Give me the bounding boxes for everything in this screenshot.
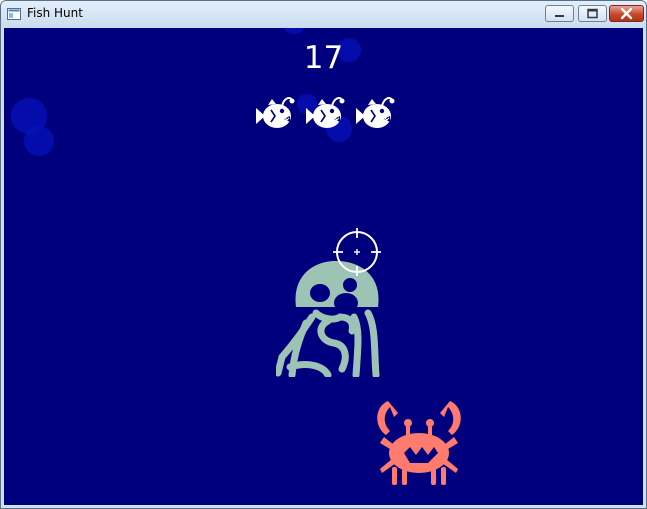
minimize-button[interactable] xyxy=(545,5,574,22)
lives-indicator xyxy=(252,94,402,138)
title-bar[interactable]: Fish Hunt xyxy=(1,1,646,28)
bubble xyxy=(284,28,304,34)
window-title: Fish Hunt xyxy=(27,6,83,20)
close-icon xyxy=(620,7,633,20)
bubble xyxy=(24,126,54,156)
fish-icon xyxy=(306,97,345,128)
close-button[interactable] xyxy=(609,5,644,22)
game-canvas[interactable]: 17 xyxy=(4,28,643,505)
fish-icon xyxy=(256,97,295,128)
fish-icon xyxy=(356,97,395,128)
minimize-icon xyxy=(555,15,564,17)
app-window: Fish Hunt 17 xyxy=(0,0,647,509)
maximize-icon xyxy=(587,8,598,19)
score-counter: 17 xyxy=(303,40,344,76)
maximize-button[interactable] xyxy=(578,5,607,22)
app-icon xyxy=(7,8,21,20)
crosshair-cursor xyxy=(333,228,381,276)
crab-target[interactable] xyxy=(372,393,466,487)
